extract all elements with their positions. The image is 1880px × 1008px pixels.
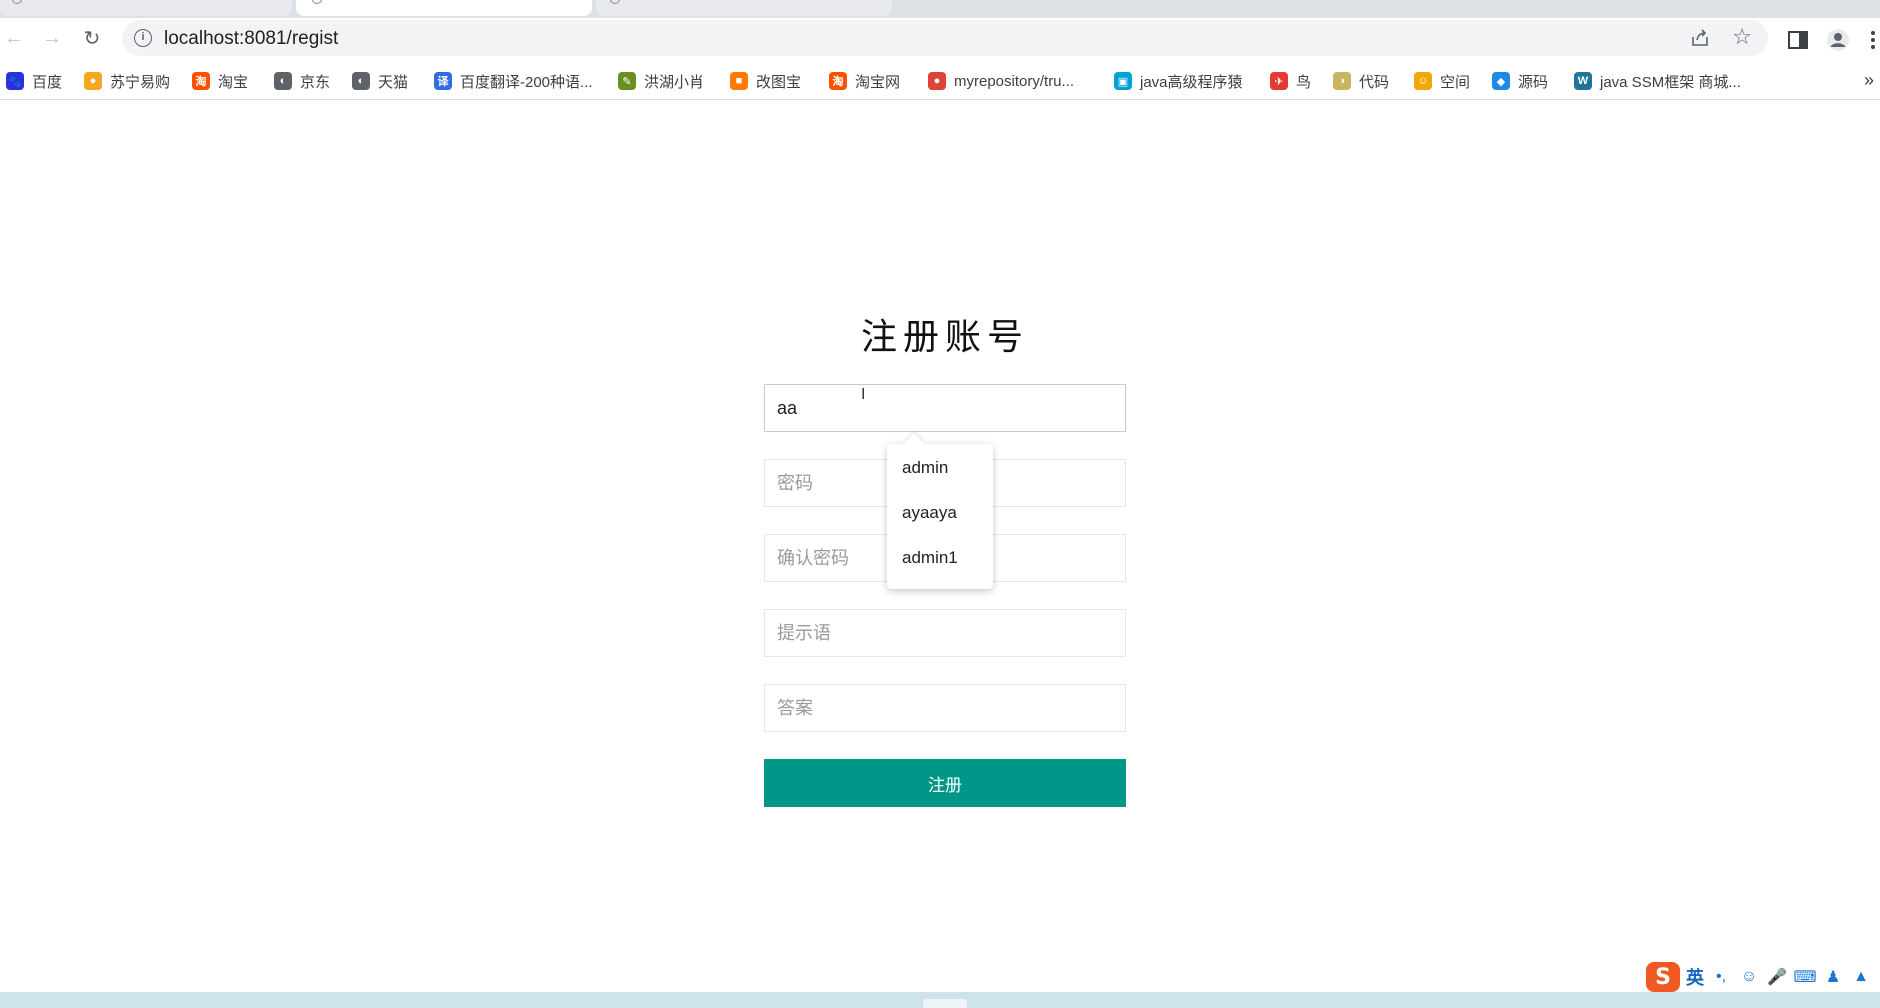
ime-mic-icon[interactable]: 🎤 [1766,966,1788,988]
bookmark-item[interactable]: ✎ 洪湖小肖 [618,68,704,94]
tab-favicon [312,0,322,4]
baidu-icon: 🐾 [6,72,24,90]
ime-keyboard-icon[interactable]: ⌨ [1793,966,1816,988]
bird-icon: ✈ [1270,72,1288,90]
menu-kebab-icon[interactable] [1866,28,1880,52]
bookmarks-bar: 🐾 百度 ● 苏宁易购淘淘宝 ◐ 京东 ◐ 天猫译百度翻译-200种语... ✎ 洪湖小肖 ■ 改图宝… [0,62,1880,100]
bookmark-label: myrepository/tru... [954,72,1075,90]
autocomplete-option[interactable]: admin1 [902,548,958,568]
bookmark-item[interactable]: 淘淘宝网 [829,68,900,94]
forward-icon[interactable]: → [38,24,66,52]
bookmark-label: 代码 [1359,73,1390,91]
address-bar[interactable]: i localhost:8081/regist ☆ [122,20,1768,56]
bookmark-label: 京东 [300,73,331,91]
autocomplete-option[interactable]: admin [902,458,948,478]
tab-2[interactable] [296,0,592,16]
share-icon[interactable] [1690,28,1710,48]
bookmark-label: 天猫 [378,73,409,91]
code-icon: ◑ [1333,72,1351,90]
autocomplete-option[interactable]: ayaaya [902,503,957,523]
bookmark-label: 苏宁易购 [110,73,171,91]
register-button[interactable]: 注册 [764,759,1126,807]
bilibili-icon: ▣ [1114,72,1132,90]
bookmark-item[interactable]: 淘淘宝 [192,68,248,94]
bookmark-item[interactable]: Wjava SSM框架 商城... [1574,68,1741,94]
hunter-icon: ✎ [618,72,636,90]
bookmark-label: 淘宝 [218,73,249,91]
bookmark-label: java高级程序猿 [1140,73,1243,91]
translate-icon: 译 [434,72,452,90]
bookmark-item[interactable]: ◆ 源码 [1492,68,1548,94]
bookmark-label: 改图宝 [756,73,802,91]
bookmark-star-icon[interactable]: ☆ [1732,24,1752,50]
tab-3[interactable] [596,0,892,16]
bookmark-label: 淘宝网 [855,73,901,91]
ime-emoji-icon[interactable]: ☺ [1738,966,1760,988]
wordpress-icon: W [1574,72,1592,90]
fish-icon: ◆ [1492,72,1510,90]
reload-icon[interactable]: ↻ [78,24,106,52]
bookmark-label: java SSM框架 商城... [1600,73,1741,91]
profile-avatar-icon[interactable] [1826,28,1850,52]
site-info-icon[interactable]: i [134,29,152,47]
bookmark-label: 洪湖小肖 [644,73,705,91]
bookmark-label: 空间 [1440,73,1471,91]
hint-input[interactable] [764,609,1126,657]
qzone-icon: ☺ [1414,72,1432,90]
bookmark-item[interactable]: 🐾 百度 [6,68,62,94]
back-icon[interactable]: ← [0,24,28,52]
bookmark-label: 百度 [32,73,63,91]
bookmarks-overflow-icon[interactable]: » [1864,70,1874,91]
bookmark-label: 百度翻译-200种语... [460,73,593,91]
autocomplete-dropdown: admin ayaaya admin1 [887,444,993,589]
browser-toolbar: ← → ↻ i localhost:8081/regist ☆ [0,18,1880,58]
chrome-icon: ● [928,72,946,90]
bookmark-label: 源码 [1518,73,1549,91]
text-cursor-icon: I [861,386,866,403]
tab-favicon [610,0,620,4]
bookmark-item[interactable]: ● 苏宁易购 [84,68,170,94]
scroll-handle[interactable] [923,999,967,1008]
ime-toolbar: S 英 •, ☺ 🎤 ⌨ ♟ ▲ [1646,960,1880,994]
ime-user-icon[interactable]: ♟ [1822,966,1844,988]
gaitubao-icon: ■ [730,72,748,90]
side-panel-icon[interactable] [1786,28,1810,52]
taobao-icon: 淘 [192,72,210,90]
globe-icon: ◐ [352,72,370,90]
taobao-icon: 淘 [829,72,847,90]
answer-input[interactable] [764,684,1126,732]
bookmark-item[interactable]: ◑ 代码 [1333,68,1389,94]
username-input[interactable] [764,384,1126,432]
bookmark-item[interactable]: ◐ 天猫 [352,68,408,94]
ime-skin-icon[interactable]: ▲ [1850,966,1872,988]
url-text[interactable]: localhost:8081/regist [164,28,338,50]
tab-strip [0,0,1880,18]
bookmark-label: 鸟 [1296,73,1312,91]
page-title: 注册账号 [860,317,1029,358]
bookmark-item[interactable]: ✈ 鸟 [1270,68,1311,94]
bookmark-item[interactable]: ☺ 空间 [1414,68,1470,94]
tab-favicon [12,0,22,4]
bookmark-item[interactable]: ◐ 京东 [274,68,330,94]
suning-icon: ● [84,72,102,90]
bookmark-item[interactable]: 译百度翻译-200种语... [434,68,593,94]
ime-punct-icon[interactable]: •, [1710,966,1732,988]
tab-1[interactable] [0,0,292,16]
globe-icon: ◐ [274,72,292,90]
bookmark-item[interactable]: ■ 改图宝 [730,68,801,94]
sogou-logo-icon[interactable]: S [1646,962,1680,992]
bookmark-item[interactable]: ● myrepository/tru... [928,68,1074,94]
ime-mode-toggle[interactable]: 英 [1686,964,1704,990]
bookmark-item[interactable]: ▣ java高级程序猿 [1114,68,1243,94]
